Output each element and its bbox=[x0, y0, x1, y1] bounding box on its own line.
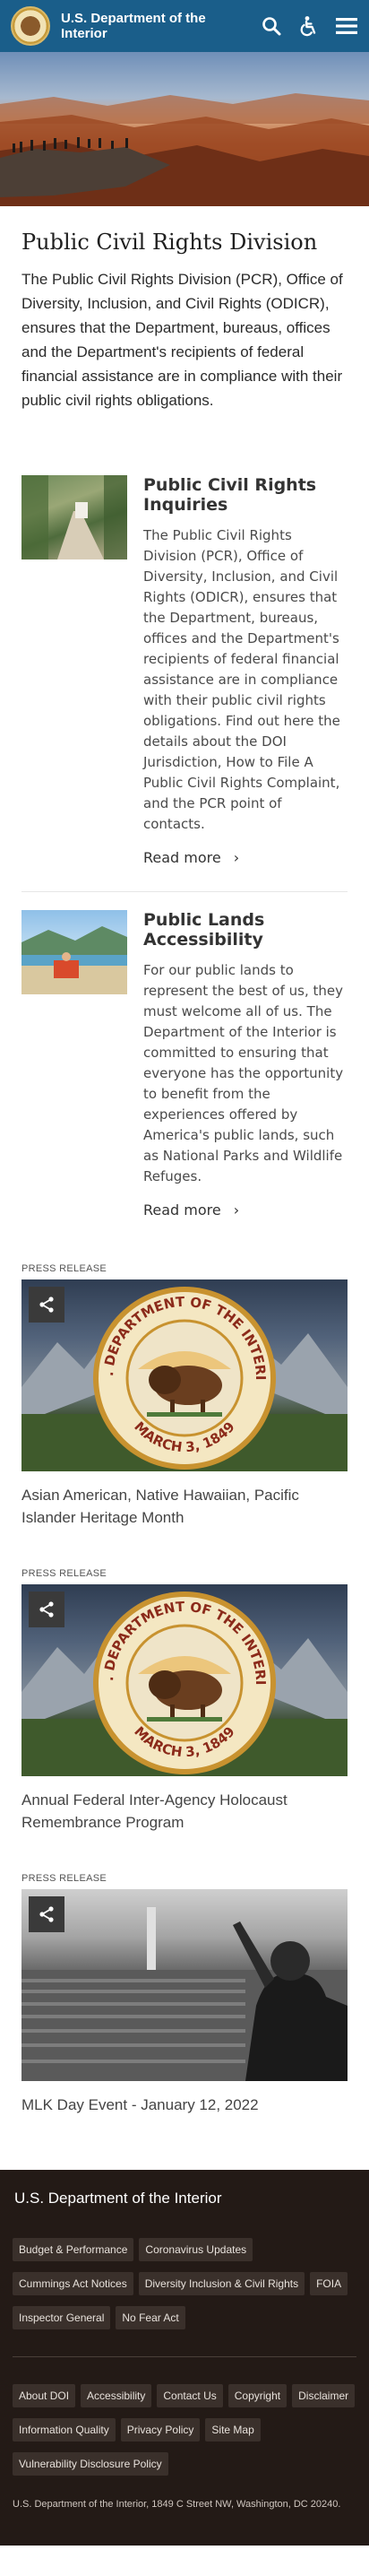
press-release-card: PRESS RELEASE MLK Day Event - January 12… bbox=[21, 1873, 348, 2116]
footer-link-information-quality[interactable]: Information Quality bbox=[13, 2418, 116, 2442]
footer-link-disclaimer[interactable]: Disclaimer bbox=[292, 2384, 356, 2407]
press-release-label: PRESS RELEASE bbox=[21, 1568, 107, 1579]
read-more-label: Read more bbox=[143, 849, 221, 866]
share-icon bbox=[39, 1601, 54, 1618]
feature-thumbnail-beach[interactable] bbox=[21, 910, 127, 994]
footer-link-coronavirus[interactable]: Coronavirus Updates bbox=[139, 2238, 253, 2261]
share-icon bbox=[39, 1297, 54, 1313]
press-release-title[interactable]: MLK Day Event - January 12, 2022 bbox=[21, 2094, 348, 2116]
footer-link-contact[interactable]: Contact Us bbox=[157, 2384, 223, 2407]
menu-icon[interactable] bbox=[335, 14, 358, 38]
press-release-list: PRESS RELEASE U.S. DEPARTMENT OF THE INT… bbox=[0, 1263, 369, 2116]
footer-link-copyright[interactable]: Copyright bbox=[227, 2384, 287, 2407]
footer-title[interactable]: U.S. Department of the Interior bbox=[13, 2190, 356, 2207]
header-actions bbox=[260, 14, 358, 38]
footer-link-foia[interactable]: FOIA bbox=[310, 2272, 348, 2295]
footer-link-privacy[interactable]: Privacy Policy bbox=[120, 2418, 201, 2442]
share-button[interactable] bbox=[29, 1896, 64, 1932]
press-release-title[interactable]: Annual Federal Inter-Agency Holocaust Re… bbox=[21, 1789, 348, 1834]
chevron-right-icon: › bbox=[233, 849, 240, 866]
page-title: Public Civil Rights Division bbox=[21, 230, 318, 255]
footer-link-accessibility[interactable]: Accessibility bbox=[81, 2384, 152, 2407]
footer-link-inspector-general[interactable]: Inspector General bbox=[13, 2306, 111, 2329]
read-more-link[interactable]: Read more › bbox=[143, 1201, 348, 1219]
press-release-image[interactable]: U.S. DEPARTMENT OF THE INTERIOR MARCH 3,… bbox=[21, 1279, 348, 1471]
search-icon[interactable] bbox=[260, 14, 283, 38]
feature-card: Public Civil Rights Inquiries The Public… bbox=[21, 475, 348, 886]
doi-seal-logo[interactable] bbox=[11, 6, 50, 46]
feature-title[interactable]: Public Civil Rights Inquiries bbox=[143, 475, 348, 515]
press-release-image[interactable]: U.S. DEPARTMENT OF THE INTERIOR MARCH 3,… bbox=[21, 1584, 348, 1776]
feature-description: The Public Civil Rights Division (PCR), … bbox=[143, 527, 340, 832]
footer-address: U.S. Department of the Interior, 1849 C … bbox=[13, 2499, 341, 2510]
feature-description: For our public lands to represent the be… bbox=[143, 962, 344, 1184]
feature-list: Public Civil Rights Inquiries The Public… bbox=[0, 412, 369, 1238]
hero-image-grand-canyon bbox=[0, 52, 369, 206]
press-release-label: PRESS RELEASE bbox=[21, 1263, 107, 1274]
footer-link-cummings[interactable]: Cummings Act Notices bbox=[13, 2272, 133, 2295]
feature-card: Public Lands Accessibility For our publi… bbox=[21, 891, 348, 1238]
site-header: U.S. Department of the Interior bbox=[0, 0, 369, 52]
share-button[interactable] bbox=[29, 1287, 64, 1323]
share-button[interactable] bbox=[29, 1592, 64, 1627]
read-more-link[interactable]: Read more › bbox=[143, 849, 348, 866]
feature-title[interactable]: Public Lands Accessibility bbox=[143, 910, 348, 950]
press-release-label: PRESS RELEASE bbox=[21, 1873, 107, 1884]
footer-secondary-links: About DOI Accessibility Contact Us Copyr… bbox=[13, 2384, 356, 2476]
share-icon bbox=[39, 1906, 54, 1922]
read-more-label: Read more bbox=[143, 1201, 221, 1219]
footer-link-diversity[interactable]: Diversity Inclusion & Civil Rights bbox=[138, 2272, 305, 2295]
site-footer: U.S. Department of the Interior Budget &… bbox=[0, 2170, 369, 2546]
press-release-card: PRESS RELEASE U.S. DEPARTMENT OF THE INT… bbox=[21, 1263, 348, 1529]
footer-primary-links: Budget & Performance Coronavirus Updates… bbox=[13, 2238, 356, 2329]
intro-paragraph: The Public Civil Rights Division (PCR), … bbox=[21, 271, 343, 409]
press-release-card: PRESS RELEASE U.S. DEPARTMENT OF THE INT… bbox=[21, 1568, 348, 1834]
intro-section: Public Civil Rights Division The Public … bbox=[0, 206, 369, 412]
chevron-right-icon: › bbox=[233, 1201, 240, 1219]
footer-link-site-map[interactable]: Site Map bbox=[205, 2418, 261, 2442]
footer-divider bbox=[13, 2356, 356, 2357]
feature-thumbnail-trail[interactable] bbox=[21, 475, 127, 559]
accessibility-icon[interactable] bbox=[297, 14, 321, 38]
footer-link-vulnerability[interactable]: Vulnerability Disclosure Policy bbox=[13, 2452, 168, 2476]
press-release-title[interactable]: Asian American, Native Hawaiian, Pacific… bbox=[21, 1484, 348, 1529]
site-title[interactable]: U.S. Department of the Interior bbox=[61, 11, 231, 41]
footer-link-no-fear-act[interactable]: No Fear Act bbox=[116, 2306, 185, 2329]
footer-link-budget[interactable]: Budget & Performance bbox=[13, 2238, 134, 2261]
press-release-image[interactable] bbox=[21, 1889, 348, 2081]
footer-link-about[interactable]: About DOI bbox=[13, 2384, 76, 2407]
